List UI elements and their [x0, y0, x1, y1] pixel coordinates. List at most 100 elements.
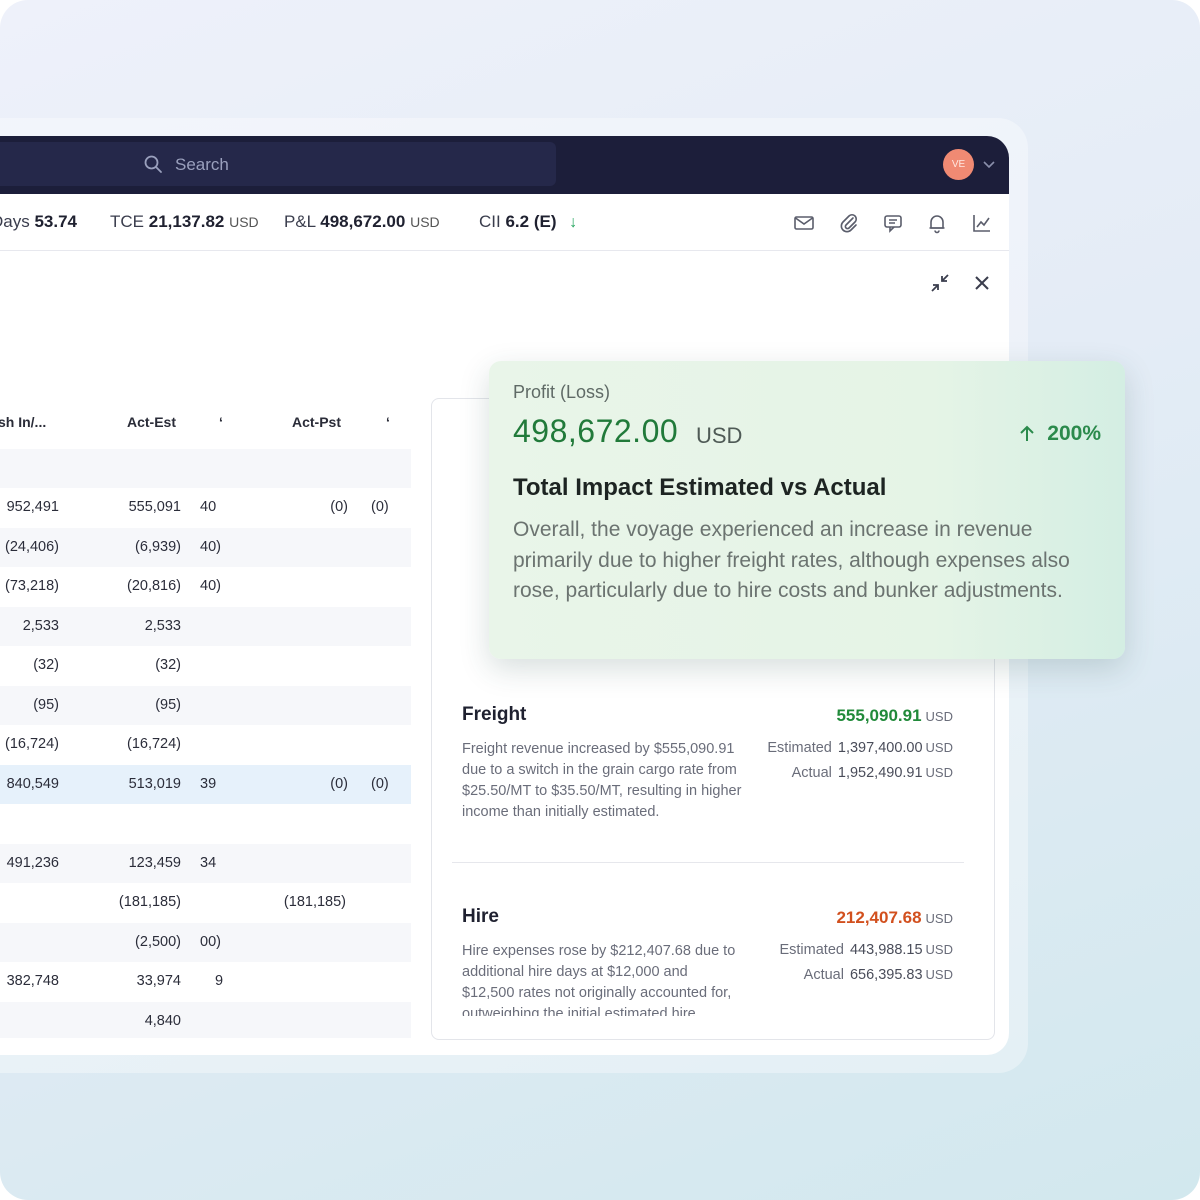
freight-actual-unit: USD	[925, 765, 953, 780]
freight-estimated-unit: USD	[925, 740, 953, 755]
table-row[interactable]	[0, 449, 411, 488]
freight-description: Freight revenue increased by $555,090.91…	[462, 741, 742, 820]
hire-description: Hire expenses rose by $212,407.68 due to…	[462, 943, 736, 1016]
hire-actual-value: 656,395.83	[849, 967, 923, 983]
table-cell: 382,748	[6, 973, 59, 989]
table-cell: 39	[200, 776, 217, 792]
table-cell: 513,019	[128, 776, 181, 792]
metric-tce: TCE 21,137.82 USD	[110, 212, 259, 232]
table-cell: (181,185)	[283, 894, 346, 910]
column-header-act-pst[interactable]: Act-Pst	[292, 414, 341, 430]
table-cell: 952,491	[6, 499, 59, 515]
hire-estimated-value: 443,988.15	[849, 942, 923, 958]
collapse-icon[interactable]	[930, 273, 950, 293]
attachment-icon[interactable]	[838, 212, 860, 234]
metric-days: Days 53.74	[0, 212, 77, 232]
table-cell: 123,459	[128, 855, 181, 871]
table-row[interactable]: (95) (95)	[0, 686, 411, 725]
table-cell: 555,091	[128, 499, 181, 515]
column-header-act-est-pct[interactable]: ʻ	[219, 414, 223, 430]
profit-loss-amount: 498,672.00	[513, 413, 679, 449]
hire-actual-label: Actual	[803, 967, 844, 983]
hire-estimated-unit: USD	[925, 942, 953, 957]
table-row[interactable]: (73,218) (20,816) 40)	[0, 567, 411, 606]
metric-cii-value: 6.2 (E)	[505, 212, 557, 231]
search-icon	[144, 155, 162, 173]
freight-total: 555,090.91 USD	[836, 706, 953, 726]
close-icon[interactable]	[972, 273, 992, 293]
table-cell: (0)	[371, 499, 389, 515]
table-row[interactable]: 4,840	[0, 1002, 411, 1038]
table-cell: 491,236	[6, 855, 59, 871]
profit-loss-label: Profit (Loss)	[513, 382, 611, 402]
table-cell: 40)	[200, 539, 221, 555]
table-cell: 9	[215, 973, 224, 989]
table-cell: (16,724)	[4, 736, 59, 752]
table-row[interactable]	[0, 804, 411, 843]
table-row[interactable]: 491,236 123,459 34	[0, 844, 411, 883]
hire-title: Hire	[462, 906, 499, 927]
metric-pl-unit: USD	[410, 214, 440, 230]
column-header-act-pst-pct[interactable]: ʻ	[386, 414, 390, 430]
table-row[interactable]: (181,185) (181,185)	[0, 883, 411, 922]
arrow-down-icon: ↓	[569, 214, 578, 231]
hire-actual-unit: USD	[925, 967, 953, 982]
table-row[interactable]: (16,724) (16,724)	[0, 725, 411, 764]
hire-actual: Actual 656,395.83 USD	[804, 967, 953, 983]
table-row-selected[interactable]: 840,549 513,019 39 (0) (0)	[0, 765, 411, 804]
column-header-cash-in[interactable]: sh In/...	[0, 414, 46, 430]
metric-tce-label: TCE	[110, 212, 144, 231]
freight-title: Freight	[462, 704, 527, 725]
metric-cii-label: CII	[479, 212, 501, 231]
bell-icon[interactable]	[926, 212, 948, 234]
hire-total: 212,407.68 USD	[836, 908, 953, 928]
table-row[interactable]: (2,500) 00)	[0, 923, 411, 962]
table-row[interactable]: 382,748 33,974 9	[0, 962, 411, 1001]
freight-estimated-value: 1,397,400.00	[837, 740, 923, 756]
table-cell: (0)	[371, 776, 389, 792]
table-cell: (181,185)	[118, 894, 181, 910]
hire-estimated-label: Estimated	[779, 942, 844, 958]
table-cell: (32)	[155, 657, 181, 673]
table-row[interactable]: 952,491 555,091 40 (0) (0)	[0, 488, 411, 527]
table-cell: 34	[200, 855, 217, 871]
avatar[interactable]: VE	[943, 149, 974, 180]
table-cell: 40	[200, 499, 217, 515]
table-cell: 4,840	[144, 1013, 181, 1029]
chat-icon[interactable]	[882, 212, 904, 234]
profit-loss-unit: USD	[696, 423, 743, 448]
search-input[interactable]: Search	[0, 142, 556, 186]
table-cell: (95)	[33, 697, 59, 713]
metric-pl-label: P&L	[284, 212, 316, 231]
table-row[interactable]: (32) (32)	[0, 646, 411, 685]
freight-total-unit: USD	[925, 709, 953, 724]
metric-tce-value: 21,137.82	[148, 212, 225, 231]
column-header-act-est[interactable]: Act-Est	[127, 414, 176, 430]
table-row[interactable]: 2,533 2,533	[0, 607, 411, 646]
chart-icon[interactable]	[971, 212, 993, 234]
table-cell: 2,533	[144, 618, 181, 634]
table-cell: (0)	[330, 776, 348, 792]
hire-total-unit: USD	[925, 911, 953, 926]
table-cell: (32)	[33, 657, 59, 673]
table-cell: (24,406)	[4, 539, 59, 555]
table-cell: (20,816)	[126, 578, 181, 594]
mail-icon[interactable]	[793, 212, 815, 234]
arrow-up-icon	[1020, 425, 1034, 441]
impact-summary-text: Overall, the voyage experienced an incre…	[513, 518, 1070, 602]
table-cell: (16,724)	[126, 736, 181, 752]
hire-description-clip: Hire expenses rose by $212,407.68 due to…	[452, 940, 752, 1016]
table-cell: (0)	[330, 499, 348, 515]
profit-loss-change-value: 200%	[1047, 422, 1101, 445]
table-cell: 40)	[200, 578, 221, 594]
freight-actual-value: 1,952,490.91	[837, 765, 923, 781]
table-cell: 2,533	[22, 618, 59, 634]
chevron-down-icon[interactable]	[983, 160, 995, 170]
table-cell: (2,500)	[135, 934, 181, 950]
metric-pl: P&L 498,672.00 USD	[284, 212, 440, 232]
search-placeholder: Search	[175, 155, 229, 174]
freight-estimated: Estimated 1,397,400.00 USD	[767, 740, 953, 756]
table-cell: (73,218)	[4, 578, 59, 594]
table-row[interactable]: (24,406) (6,939) 40)	[0, 528, 411, 567]
freight-actual: Actual 1,952,490.91 USD	[792, 765, 953, 781]
